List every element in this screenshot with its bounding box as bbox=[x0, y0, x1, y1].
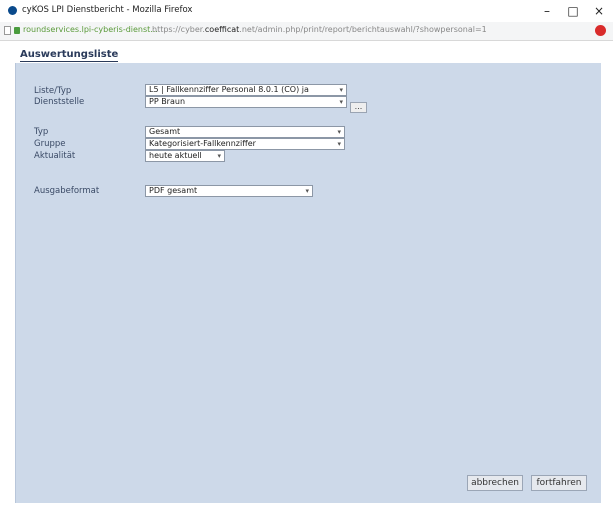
typ-label: Typ bbox=[34, 127, 49, 137]
url-bar[interactable]: roundservices.lpi-cyberis-dienst... http… bbox=[0, 22, 613, 41]
gruppe-label: Gruppe bbox=[34, 139, 66, 149]
window-title: cyKOS LPI Dienstbericht - Mozilla Firefo… bbox=[22, 5, 193, 15]
url-text[interactable]: https://cyber.coefficat.net/admin.php/pr… bbox=[152, 25, 592, 34]
chevron-down-icon: ▾ bbox=[305, 187, 309, 195]
close-button[interactable]: × bbox=[586, 2, 612, 20]
url-domain: coefficat bbox=[204, 25, 240, 34]
aktualitaet-select[interactable]: heute aktuell ▾ bbox=[145, 150, 225, 162]
chevron-down-icon: ▾ bbox=[337, 128, 341, 136]
auswertung-value: L5 | Fallkennziffer Personal 8.0.1 (CO) … bbox=[149, 85, 309, 94]
ausgabe-label: Ausgabeformat bbox=[34, 186, 100, 196]
minimize-button[interactable]: – bbox=[534, 2, 560, 20]
lock-icon[interactable] bbox=[14, 27, 20, 34]
ausgabe-value: PDF gesamt bbox=[149, 186, 198, 195]
url-prefix: https://cyber. bbox=[152, 25, 205, 34]
aktualitaet-value: heute aktuell bbox=[149, 151, 202, 160]
url-site-label: roundservices.lpi-cyberis-dienst... bbox=[23, 25, 158, 34]
page-header: Auswertungsliste bbox=[0, 41, 613, 63]
chevron-down-icon: ▾ bbox=[339, 86, 343, 94]
chevron-down-icon: ▾ bbox=[217, 152, 221, 160]
typ-value: Gesamt bbox=[149, 127, 181, 136]
page-icon bbox=[4, 26, 11, 35]
typ-select[interactable]: Gesamt ▾ bbox=[145, 126, 345, 138]
ausgabe-select[interactable]: PDF gesamt ▾ bbox=[145, 185, 313, 197]
firefox-icon bbox=[8, 6, 17, 15]
dienststelle-browse-button[interactable]: ... bbox=[350, 102, 367, 113]
chevron-down-icon: ▾ bbox=[337, 140, 341, 148]
dienststelle-value: PP Braun bbox=[149, 97, 186, 106]
auswertung-select[interactable]: L5 | Fallkennziffer Personal 8.0.1 (CO) … bbox=[145, 84, 347, 96]
dienststelle-select[interactable]: PP Braun ▾ bbox=[145, 96, 347, 108]
page-title: Auswertungsliste bbox=[20, 49, 119, 62]
maximize-button[interactable]: □ bbox=[560, 2, 586, 20]
gruppe-value: Kategorisiert-Fallkennziffer bbox=[149, 139, 256, 148]
window-titlebar: cyKOS LPI Dienstbericht - Mozilla Firefo… bbox=[0, 0, 613, 22]
dienststelle-label: Dienststelle bbox=[34, 97, 85, 107]
chevron-down-icon: ▾ bbox=[339, 98, 343, 106]
reader-icon[interactable] bbox=[595, 25, 606, 36]
gruppe-select[interactable]: Kategorisiert-Fallkennziffer ▾ bbox=[145, 138, 345, 150]
fortfahren-button[interactable]: fortfahren bbox=[531, 475, 587, 491]
abbrechen-button[interactable]: abbrechen bbox=[467, 475, 523, 491]
auswertung-label: Liste/Typ bbox=[34, 86, 72, 96]
aktualitaet-label: Aktualität bbox=[34, 151, 76, 161]
url-rest: .net/admin.php/print/report/berichtauswa… bbox=[239, 25, 487, 34]
